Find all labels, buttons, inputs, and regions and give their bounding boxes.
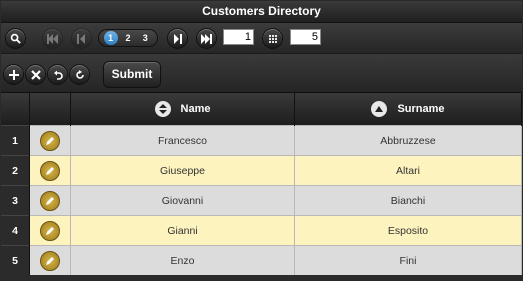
sort-both-icon[interactable] bbox=[154, 101, 171, 117]
name-cell: Enzo bbox=[70, 245, 295, 275]
edit-button[interactable] bbox=[40, 130, 60, 151]
previous-page-button[interactable] bbox=[71, 28, 92, 49]
pencil-icon bbox=[46, 256, 54, 265]
name-cell: Giovanni bbox=[70, 185, 295, 216]
edit-button[interactable] bbox=[40, 220, 60, 241]
add-button[interactable] bbox=[3, 64, 24, 85]
name-cell: Giuseppe bbox=[70, 155, 295, 186]
row-number: 4 bbox=[1, 215, 30, 246]
delete-button[interactable] bbox=[25, 64, 46, 85]
edit-button[interactable] bbox=[40, 250, 60, 271]
refresh-button[interactable] bbox=[69, 64, 90, 85]
first-page-button[interactable] bbox=[42, 28, 63, 49]
plus-icon bbox=[8, 69, 19, 80]
search-icon bbox=[10, 33, 21, 44]
rows-per-page-button[interactable] bbox=[262, 28, 283, 49]
row-number-header bbox=[1, 93, 30, 126]
pencil-icon bbox=[46, 166, 54, 175]
surname-cell: Bianchi bbox=[294, 185, 522, 216]
surname-cell: Altari bbox=[294, 155, 522, 186]
page-link-3[interactable]: 3 bbox=[138, 31, 152, 45]
app-window: Customers Directory 1 2 3 1 5 Submit Nam… bbox=[0, 0, 523, 281]
column-header-surname[interactable]: Surname bbox=[294, 93, 522, 126]
last-page-icon bbox=[201, 33, 212, 44]
column-label-surname: Surname bbox=[397, 102, 445, 115]
sort-ascending-icon[interactable] bbox=[371, 101, 388, 117]
grid-icon bbox=[268, 34, 277, 43]
row-number: 1 bbox=[1, 125, 30, 156]
surname-cell: Esposito bbox=[294, 215, 522, 246]
page-number-input[interactable]: 1 bbox=[223, 29, 254, 45]
column-header-name[interactable]: Name bbox=[70, 93, 295, 126]
undo-button[interactable] bbox=[47, 64, 68, 85]
row-number: 3 bbox=[1, 185, 30, 216]
next-page-button[interactable] bbox=[167, 28, 188, 49]
undo-icon bbox=[53, 70, 63, 80]
name-cell: Francesco bbox=[70, 125, 295, 156]
column-label-name: Name bbox=[180, 102, 211, 115]
table-row[interactable]: 3 Giovanni Bianchi bbox=[1, 185, 522, 216]
edit-cell bbox=[29, 245, 71, 275]
row-number: 5 bbox=[1, 245, 30, 275]
table-header-row: Name Surname bbox=[1, 93, 522, 126]
page-link-2[interactable]: 2 bbox=[121, 31, 135, 45]
name-cell: Gianni bbox=[70, 215, 295, 246]
page-link-1[interactable]: 1 bbox=[103, 31, 118, 45]
edit-button[interactable] bbox=[40, 190, 60, 211]
last-page-button[interactable] bbox=[196, 28, 217, 49]
window-title: Customers Directory bbox=[1, 1, 522, 23]
search-button[interactable] bbox=[5, 28, 26, 49]
table-row[interactable]: 4 Gianni Esposito bbox=[1, 215, 522, 246]
edit-cell bbox=[29, 215, 71, 246]
page-selector: 1 2 3 bbox=[98, 29, 158, 47]
customers-table: Name Surname 1 Francesco Abbruzzese 2 Gi… bbox=[1, 93, 522, 275]
previous-page-icon bbox=[77, 33, 85, 44]
table-row[interactable]: 1 Francesco Abbruzzese bbox=[1, 125, 522, 156]
pager-toolbar: 1 2 3 1 5 bbox=[1, 23, 522, 54]
action-toolbar: Submit bbox=[1, 54, 522, 93]
table-row[interactable]: 5 Enzo Fini bbox=[1, 245, 522, 275]
submit-button[interactable]: Submit bbox=[103, 61, 161, 88]
edit-column-header bbox=[29, 93, 71, 126]
edit-cell bbox=[29, 155, 71, 186]
pencil-icon bbox=[46, 136, 54, 145]
surname-cell: Fini bbox=[294, 245, 522, 275]
next-page-icon bbox=[174, 33, 182, 44]
row-number: 2 bbox=[1, 155, 30, 186]
table-row[interactable]: 2 Giuseppe Altari bbox=[1, 155, 522, 186]
refresh-icon bbox=[75, 69, 84, 79]
pencil-icon bbox=[46, 226, 54, 235]
edit-button[interactable] bbox=[40, 160, 60, 181]
edit-cell bbox=[29, 125, 71, 156]
pencil-icon bbox=[46, 196, 54, 205]
close-icon bbox=[30, 69, 41, 80]
first-page-icon bbox=[47, 33, 58, 44]
rows-per-page-input[interactable]: 5 bbox=[290, 29, 321, 45]
surname-cell: Abbruzzese bbox=[294, 125, 522, 156]
edit-cell bbox=[29, 185, 71, 216]
